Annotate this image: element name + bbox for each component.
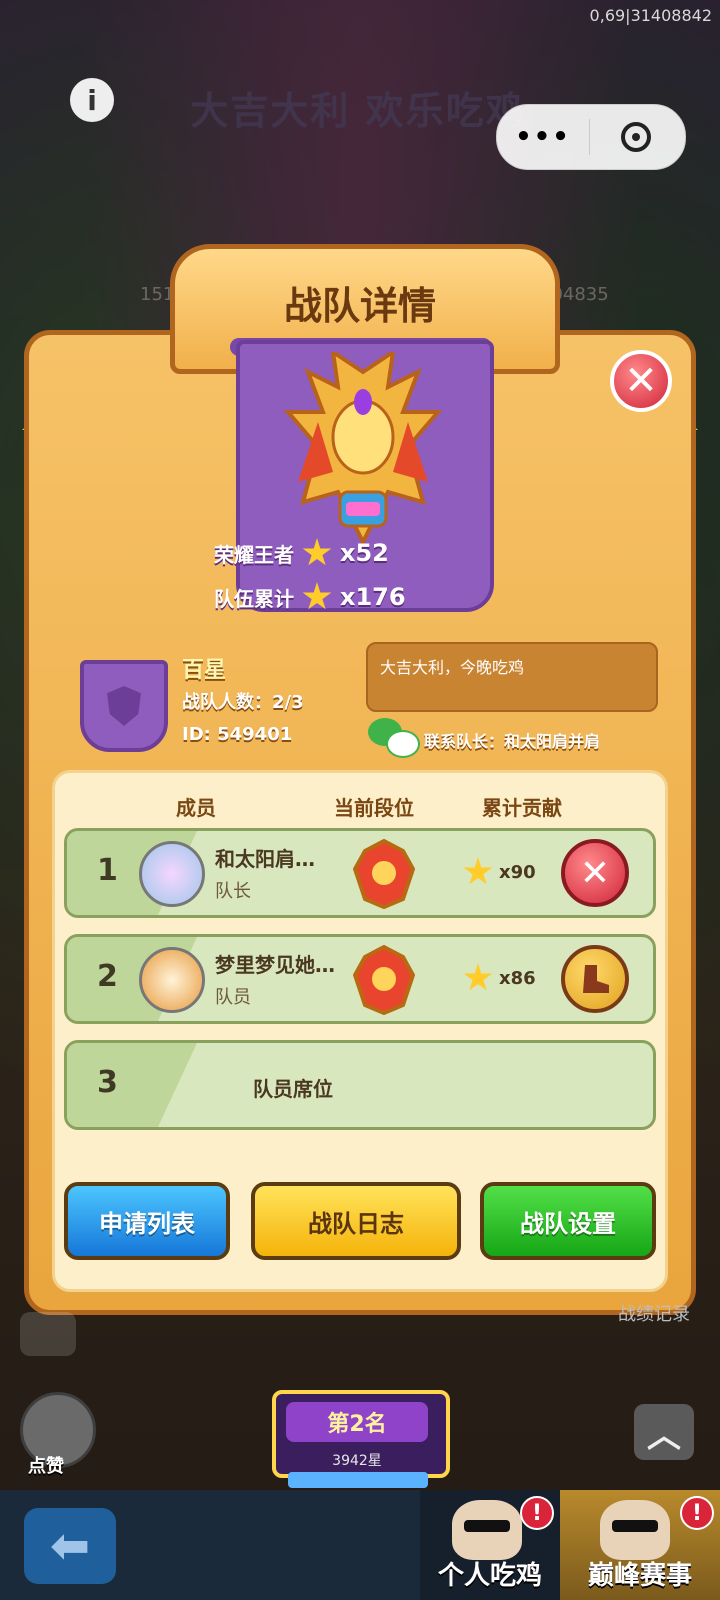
ranking-stars: 3942星	[332, 1453, 382, 1469]
scroll-up-button[interactable]: ︿	[634, 1404, 694, 1460]
debug-id-text: 0,69|31408842	[589, 6, 712, 25]
info-icon: i	[87, 83, 97, 117]
remove-member-button[interactable]: ✕	[561, 839, 629, 907]
close-icon: ✕	[624, 358, 658, 404]
boot-icon	[583, 965, 609, 993]
star-icon	[302, 538, 332, 566]
seat-label: 队员席位	[253, 1077, 333, 1101]
star-icon	[463, 857, 493, 885]
achievement-value: x52	[340, 539, 389, 567]
tab-peak-label: 巅峰赛事	[587, 1561, 692, 1591]
sunglasses-icon	[464, 1520, 510, 1532]
info-button[interactable]: i	[70, 78, 114, 122]
sunglasses-icon	[612, 1520, 658, 1532]
column-header-rank: 当前段位	[334, 796, 414, 820]
member-name: 和太阳肩…	[215, 847, 315, 871]
avatar[interactable]	[139, 947, 205, 1013]
seat-rank: 3	[97, 1065, 118, 1100]
member-role: 队长	[215, 881, 251, 902]
star-icon	[302, 582, 332, 610]
ranking-title: 第2名	[286, 1402, 428, 1442]
achievement-value: x176	[340, 583, 406, 611]
member-contribution: x86	[463, 963, 536, 993]
rank-badge-icon	[353, 839, 415, 909]
exit-button[interactable]	[590, 122, 682, 152]
member-name: 梦里梦见她…	[215, 953, 335, 977]
dragon-emblem-icon	[283, 352, 443, 547]
team-badge	[80, 660, 168, 752]
column-header-member: 成员	[176, 796, 216, 820]
miniprogram-capsule: •••	[496, 104, 686, 170]
contribution-value: x90	[499, 861, 536, 883]
location-button[interactable]	[20, 1312, 76, 1356]
contribution-value: x86	[499, 967, 536, 989]
chevron-up-icon: ︿	[647, 1415, 681, 1456]
member-row[interactable]: 1 和太阳肩… 队长 x90 ✕	[64, 828, 656, 918]
achievement-total: 队伍累计 x176	[214, 582, 406, 612]
tab-personal-label: 个人吃鸡	[437, 1561, 542, 1591]
contact-captain[interactable]: 联系队长：和太阳肩并肩	[424, 728, 600, 752]
like-label: 点赞	[28, 1456, 64, 1477]
column-header-contribution: 累计贡献	[482, 796, 562, 820]
member-rank: 2	[97, 959, 118, 994]
achievement-label: 荣耀王者	[214, 542, 294, 567]
team-settings-button[interactable]: 战队设置	[480, 1182, 656, 1260]
member-contribution: x90	[463, 857, 536, 887]
team-log-button[interactable]: 战队日志	[251, 1182, 461, 1260]
back-button[interactable]: ⬅	[24, 1508, 116, 1584]
ellipsis-icon[interactable]: •••	[497, 122, 589, 152]
achievement-label: 队伍累计	[214, 586, 294, 611]
rank-badge-icon	[353, 945, 415, 1015]
close-button[interactable]: ✕	[610, 350, 672, 412]
team-name: 百星	[182, 658, 227, 683]
star-icon	[463, 963, 493, 991]
member-role: 队员	[215, 987, 251, 1008]
member-row[interactable]: 2 梦里梦见她… 队员 x86	[64, 934, 656, 1024]
apply-list-button[interactable]: 申请列表	[64, 1182, 230, 1260]
arrow-left-icon: ⬅	[49, 1518, 91, 1574]
alert-badge: !	[520, 1496, 554, 1530]
member-rank: 1	[97, 853, 118, 888]
ranking-city-bar	[288, 1472, 428, 1488]
wechat-icon[interactable]	[368, 718, 420, 758]
avatar[interactable]	[139, 841, 205, 907]
empty-seat-row[interactable]: 3 队员席位	[64, 1040, 656, 1130]
achievement-king: 荣耀王者 x52	[214, 538, 389, 568]
close-icon: ✕	[579, 852, 611, 894]
target-icon	[621, 122, 651, 152]
record-link[interactable]: 战绩记录	[618, 1300, 690, 1326]
team-motto: 大吉大利，今晚吃鸡	[366, 642, 658, 712]
shield-icon	[107, 686, 141, 726]
team-id: ID: 549401	[182, 724, 293, 745]
alert-badge: !	[680, 1496, 714, 1530]
panel-title: 战队详情	[283, 284, 436, 328]
kick-member-button[interactable]	[561, 945, 629, 1013]
team-member-count: 战队人数：2/3	[182, 692, 304, 713]
